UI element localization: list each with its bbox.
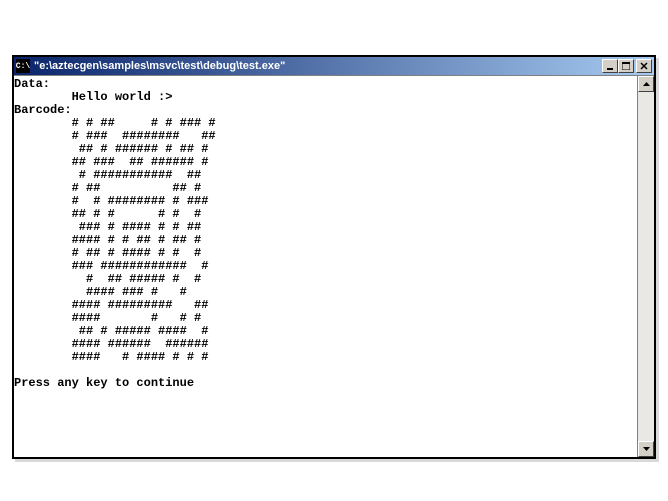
- scroll-track[interactable]: [638, 92, 654, 441]
- barcode-label: Barcode:: [14, 103, 72, 117]
- vertical-scrollbar[interactable]: [637, 76, 654, 457]
- titlebar[interactable]: C:\ "e:\aztecgen\samples\msvc\test\debug…: [14, 57, 654, 75]
- barcode-ascii: # # ## # # ### # # ### ######## ## ## # …: [14, 116, 216, 364]
- cmd-icon: C:\: [16, 59, 30, 73]
- window-controls: [602, 59, 652, 73]
- minimize-button[interactable]: [602, 59, 618, 73]
- window-title: "e:\aztecgen\samples\msvc\test\debug\tes…: [34, 60, 602, 72]
- close-button[interactable]: [636, 59, 652, 73]
- client-area: Data: Hello world :> Barcode: # # ## # #…: [14, 75, 654, 457]
- data-label: Data:: [14, 77, 50, 91]
- console-output: Data: Hello world :> Barcode: # # ## # #…: [14, 76, 637, 457]
- data-value: Hello world :>: [14, 90, 172, 104]
- scroll-up-button[interactable]: [638, 76, 654, 92]
- maximize-button[interactable]: [618, 59, 634, 73]
- arrow-down-icon: [643, 447, 650, 451]
- continue-prompt: Press any key to continue: [14, 376, 194, 390]
- console-window: C:\ "e:\aztecgen\samples\msvc\test\debug…: [12, 55, 656, 459]
- scroll-down-button[interactable]: [638, 441, 654, 457]
- arrow-up-icon: [643, 82, 650, 86]
